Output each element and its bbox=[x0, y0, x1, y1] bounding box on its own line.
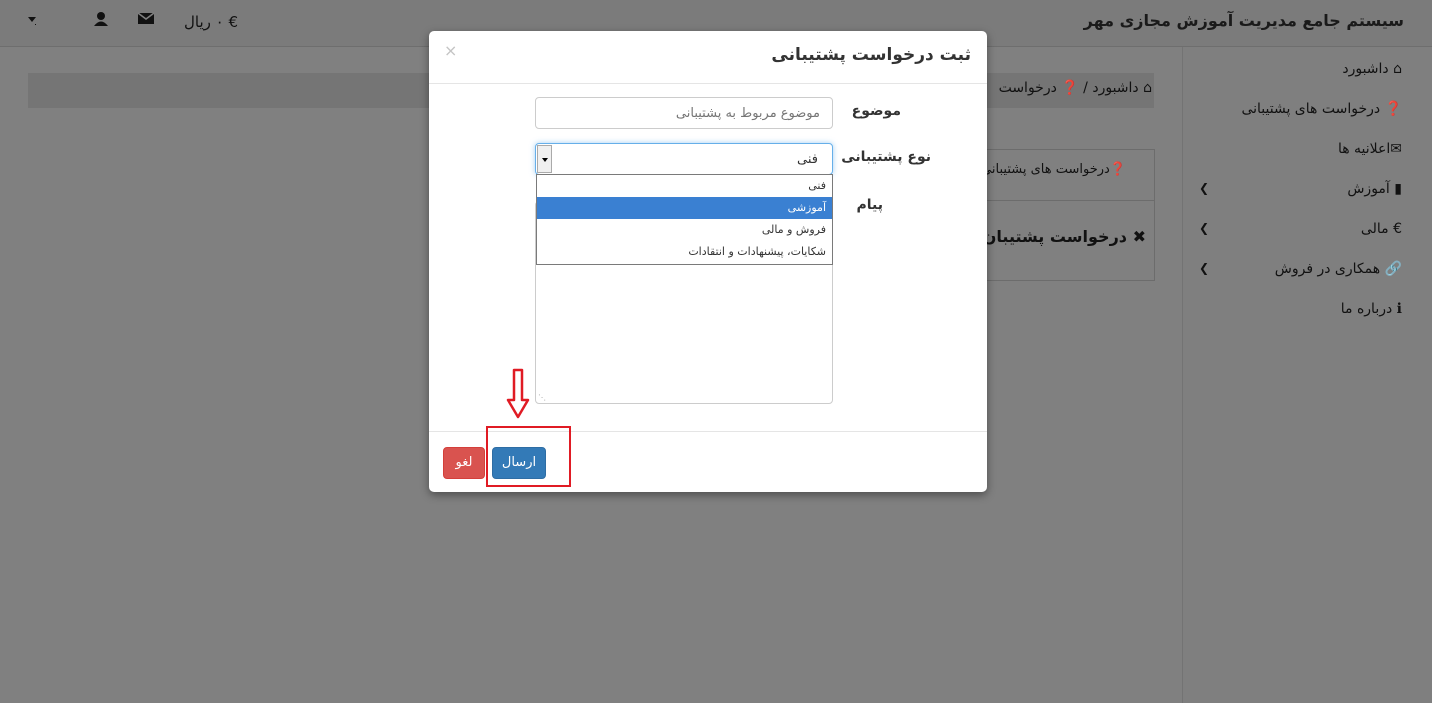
sidebar-item-label: مالی bbox=[1360, 221, 1389, 237]
caret-down-icon[interactable] bbox=[537, 145, 552, 173]
sidebar-item-label: همکاری در فروش bbox=[1274, 261, 1381, 277]
breadcrumb-home[interactable]: داشبورد bbox=[1092, 80, 1138, 96]
breadcrumb: ⌂ داشبورد / ❓ درخواست bbox=[999, 80, 1152, 96]
close-icon: ✖ bbox=[1132, 227, 1146, 246]
sidebar-item-notices[interactable]: ✉اعلانیه ها bbox=[1338, 141, 1402, 157]
support-type-label: نوع پشتیبانی bbox=[841, 149, 931, 165]
support-type-select[interactable]: فنی bbox=[535, 143, 833, 175]
support-type-option[interactable]: فروش و مالی bbox=[537, 219, 832, 241]
panel-title: ✖ درخواست پشتیبان bbox=[983, 227, 1146, 246]
close-icon[interactable]: × bbox=[444, 41, 457, 60]
chevron-down-icon[interactable]: ❯ bbox=[1199, 261, 1209, 275]
subject-label: موضوع bbox=[851, 103, 901, 119]
sidebar-item-label: درباره ما bbox=[1340, 301, 1393, 317]
support-type-option[interactable]: آموزشی bbox=[537, 197, 832, 219]
question-circle-icon: ❓ bbox=[1384, 101, 1402, 117]
question-circle-icon: ❓ bbox=[1109, 162, 1126, 177]
app-title[interactable]: سیستم جامع مدیریت آموزش مجازی مهر bbox=[1084, 11, 1404, 30]
support-type-option[interactable]: شکایات، پیشنهادات و انتقادات bbox=[537, 241, 832, 263]
euro-icon: € bbox=[1393, 221, 1402, 237]
resize-handle-icon[interactable]: ⋰ bbox=[538, 393, 546, 402]
chevron-down-icon[interactable]: ❯ bbox=[1199, 181, 1209, 195]
cancel-button[interactable]: لغو bbox=[443, 447, 485, 479]
highlight-box bbox=[486, 426, 571, 487]
sidebar-item-label: درخواست های پشتیبانی bbox=[1241, 101, 1381, 117]
support-type-option[interactable]: فنی bbox=[537, 175, 832, 197]
book-icon: ▮ bbox=[1394, 181, 1402, 197]
message-label: پیام bbox=[856, 197, 884, 213]
sidebar-item-about[interactable]: ℹ درباره ما bbox=[1341, 301, 1402, 317]
sidebar-item-label: اعلانیه ها bbox=[1337, 141, 1391, 157]
breadcrumb-current: درخواست bbox=[998, 80, 1057, 96]
home-icon: ⌂ bbox=[1393, 61, 1402, 77]
support-type-value: فنی bbox=[797, 152, 818, 167]
question-circle-icon: ❓ bbox=[1061, 80, 1079, 96]
support-request-modal: ثبت درخواست پشتیبانی × موضوع نوع پشتیبان… bbox=[429, 31, 987, 492]
envelope-icon[interactable] bbox=[137, 12, 155, 29]
balance-label: € ۰ ریال bbox=[184, 13, 239, 31]
breadcrumb-separator: / bbox=[1078, 80, 1088, 96]
modal-title: ثبت درخواست پشتیبانی bbox=[771, 45, 971, 65]
panel-title-text: درخواست پشتیبان bbox=[982, 227, 1128, 246]
panel-heading: ❓درخواست های پشتیبانی مر bbox=[963, 162, 1126, 177]
support-type-dropdown: فنی آموزشی فروش و مالی شکایات، پیشنهادات… bbox=[536, 174, 833, 265]
sidebar-item-label: آموزش bbox=[1347, 181, 1390, 197]
sidebar-item-dashboard[interactable]: ⌂ داشبورد bbox=[1342, 61, 1402, 77]
user-icon[interactable] bbox=[93, 11, 109, 31]
sidebar: ⌂ داشبورد ❓ درخواست های پشتیبانی ✉اعلانی… bbox=[1182, 47, 1432, 703]
down-arrow-icon bbox=[506, 368, 530, 419]
info-circle-icon: ℹ bbox=[1396, 301, 1402, 317]
panel-divider bbox=[986, 200, 1155, 201]
sidebar-item-support[interactable]: ❓ درخواست های پشتیبانی bbox=[1241, 101, 1402, 117]
subject-input[interactable] bbox=[535, 97, 833, 129]
home-icon: ⌂ bbox=[1143, 80, 1152, 96]
sidebar-item-affiliate[interactable]: 🔗 همکاری در فروش bbox=[1275, 261, 1402, 277]
sidebar-item-education[interactable]: ▮ آموزش bbox=[1347, 181, 1402, 197]
envelope-icon: ✉ bbox=[1390, 141, 1402, 157]
sidebar-item-label: داشبورد bbox=[1342, 61, 1389, 77]
modal-header: ثبت درخواست پشتیبانی × bbox=[429, 31, 987, 84]
chevron-down-icon[interactable]: ❯ bbox=[1199, 221, 1209, 235]
caret-down-icon[interactable] bbox=[26, 12, 38, 30]
sidebar-item-finance[interactable]: € مالی bbox=[1361, 221, 1402, 237]
link-icon: 🔗 bbox=[1384, 261, 1402, 277]
